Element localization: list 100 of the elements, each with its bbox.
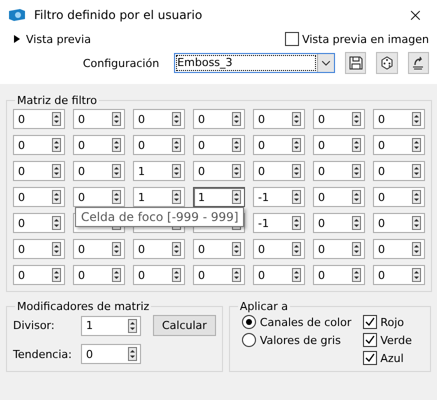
matrix-cell-field[interactable]: 0 [193, 239, 245, 259]
spin-arrows-icon[interactable] [112, 190, 121, 204]
spin-arrows-icon[interactable] [352, 216, 361, 230]
reset-button[interactable] [408, 52, 429, 74]
spin-arrows-icon[interactable] [412, 138, 421, 152]
matrix-cell-field[interactable]: 0 [373, 161, 425, 181]
spin-arrows-icon[interactable] [52, 268, 61, 282]
matrix-cell-field[interactable]: 0 [313, 161, 365, 181]
random-button[interactable] [376, 52, 398, 74]
matrix-cell-field[interactable]: 0 [313, 109, 365, 129]
mode-radio[interactable]: Valores de gris [242, 333, 352, 347]
spin-arrows-icon[interactable] [352, 190, 361, 204]
matrix-cell-field[interactable]: 0 [193, 265, 245, 285]
matrix-cell-field[interactable]: 0 [73, 239, 125, 259]
matrix-cell-field[interactable]: 0 [133, 265, 185, 285]
matrix-cell-field[interactable]: 0 [373, 187, 425, 207]
matrix-cell-field[interactable]: 0 [373, 265, 425, 285]
matrix-cell-field[interactable]: 0 [73, 265, 125, 285]
matrix-cell-field[interactable]: -1 [253, 213, 305, 233]
bias-field[interactable]: 0 [81, 344, 141, 364]
matrix-cell-field[interactable]: 0 [73, 109, 125, 129]
matrix-cell-field[interactable]: 0 [313, 213, 365, 233]
matrix-cell-field[interactable]: 0 [73, 161, 125, 181]
spin-arrows-icon[interactable] [232, 190, 241, 204]
channel-checkbox[interactable]: Verde [363, 333, 412, 347]
matrix-cell-field[interactable]: 0 [253, 135, 305, 155]
spin-arrows-icon[interactable] [52, 138, 61, 152]
matrix-cell-field[interactable]: 0 [13, 239, 65, 259]
matrix-cell-field[interactable]: 0 [253, 265, 305, 285]
spin-arrows-icon[interactable] [292, 216, 301, 230]
preset-dropdown[interactable]: Emboss_3 [174, 53, 335, 73]
matrix-cell-field[interactable]: 1 [193, 187, 245, 207]
spin-arrows-icon[interactable] [352, 138, 361, 152]
matrix-cell-field[interactable]: 0 [253, 109, 305, 129]
matrix-cell-field[interactable]: 0 [373, 135, 425, 155]
spin-arrows-icon[interactable] [112, 268, 121, 282]
matrix-cell-field[interactable]: 0 [193, 135, 245, 155]
matrix-cell-field[interactable]: 0 [13, 109, 65, 129]
matrix-cell-field[interactable]: 0 [13, 161, 65, 181]
spin-arrows-icon[interactable] [112, 112, 121, 126]
spin-arrows-icon[interactable] [172, 242, 181, 256]
matrix-cell-field[interactable]: 0 [13, 135, 65, 155]
matrix-cell-field[interactable]: 0 [313, 135, 365, 155]
spin-arrows-icon[interactable] [352, 242, 361, 256]
spin-arrows-icon[interactable] [292, 268, 301, 282]
matrix-cell-field[interactable]: 0 [133, 109, 185, 129]
matrix-cell-field[interactable]: 0 [133, 239, 185, 259]
spin-arrows-icon[interactable] [232, 112, 241, 126]
mode-radio[interactable]: Canales de color [242, 315, 352, 329]
spin-arrows-icon[interactable] [52, 164, 61, 178]
channel-checkbox[interactable]: Rojo [363, 315, 412, 329]
spin-arrows-icon[interactable] [232, 268, 241, 282]
channel-checkbox[interactable]: Azul [363, 351, 412, 365]
matrix-cell-field[interactable]: 0 [373, 213, 425, 233]
matrix-cell-field[interactable]: 1 [133, 161, 185, 181]
matrix-cell-field[interactable]: 0 [73, 135, 125, 155]
spin-arrows-icon[interactable] [412, 216, 421, 230]
spin-arrows-icon[interactable] [172, 164, 181, 178]
matrix-cell-field[interactable]: 0 [13, 213, 65, 233]
spin-arrows-icon[interactable] [292, 112, 301, 126]
spin-arrows-icon[interactable] [232, 138, 241, 152]
spin-arrows-icon[interactable] [52, 112, 61, 126]
divisor-field[interactable]: 1 [81, 316, 141, 336]
spin-arrows-icon[interactable] [128, 347, 137, 361]
spin-arrows-icon[interactable] [292, 242, 301, 256]
spin-arrows-icon[interactable] [232, 242, 241, 256]
matrix-cell-field[interactable]: 0 [193, 109, 245, 129]
spin-arrows-icon[interactable] [52, 242, 61, 256]
matrix-cell-field[interactable]: 1 [133, 187, 185, 207]
matrix-cell-field[interactable]: 0 [13, 265, 65, 285]
spin-arrows-icon[interactable] [232, 164, 241, 178]
spin-arrows-icon[interactable] [172, 138, 181, 152]
spin-arrows-icon[interactable] [112, 138, 121, 152]
spin-arrows-icon[interactable] [172, 112, 181, 126]
spin-arrows-icon[interactable] [112, 164, 121, 178]
spin-arrows-icon[interactable] [412, 164, 421, 178]
spin-arrows-icon[interactable] [172, 190, 181, 204]
spin-arrows-icon[interactable] [352, 268, 361, 282]
spin-arrows-icon[interactable] [292, 190, 301, 204]
save-button[interactable] [344, 52, 366, 74]
spin-arrows-icon[interactable] [292, 138, 301, 152]
matrix-cell-field[interactable]: -1 [253, 187, 305, 207]
preview-toggle[interactable]: Vista previa [14, 32, 91, 46]
close-button[interactable]: × [402, 4, 429, 26]
spin-arrows-icon[interactable] [352, 112, 361, 126]
spin-arrows-icon[interactable] [172, 268, 181, 282]
spin-arrows-icon[interactable] [412, 190, 421, 204]
spin-arrows-icon[interactable] [412, 242, 421, 256]
matrix-cell-field[interactable]: 0 [253, 239, 305, 259]
spin-arrows-icon[interactable] [292, 164, 301, 178]
matrix-cell-field[interactable]: 0 [13, 187, 65, 207]
spin-arrows-icon[interactable] [412, 268, 421, 282]
spin-arrows-icon[interactable] [352, 164, 361, 178]
matrix-cell-field[interactable]: 0 [373, 239, 425, 259]
spin-arrows-icon[interactable] [112, 242, 121, 256]
matrix-cell-field[interactable]: 0 [133, 135, 185, 155]
spin-arrows-icon[interactable] [128, 318, 137, 332]
matrix-cell-field[interactable]: 0 [73, 187, 125, 207]
calculate-button[interactable]: Calcular [153, 315, 216, 336]
matrix-cell-field[interactable]: 0 [313, 239, 365, 259]
